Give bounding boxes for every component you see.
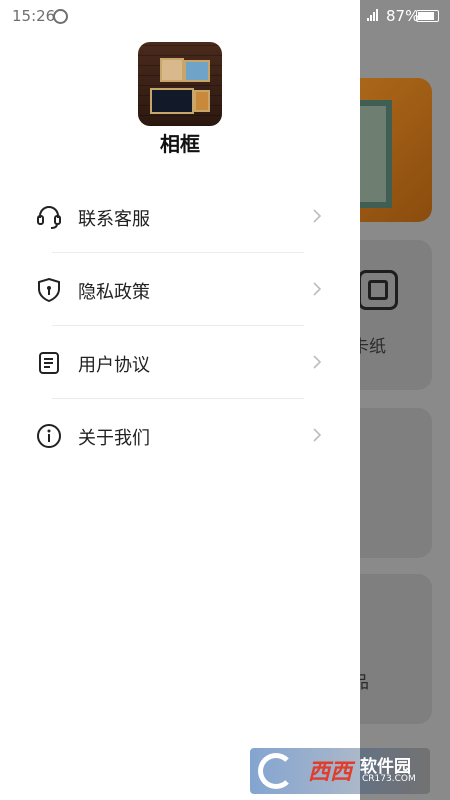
navigation-drawer: 相框 联系客服 隐私政策 用户协议 关于我们: [0, 0, 360, 800]
network-speed: 0.39 KB/S: [292, 4, 316, 24]
chevron-right-icon: [313, 355, 322, 369]
shield-icon: [38, 277, 60, 303]
menu-item-label: 隐私政策: [78, 282, 150, 303]
watermark-domain: CR173.COM: [362, 774, 416, 784]
menu-item-about-us[interactable]: 关于我们: [0, 399, 360, 472]
chevron-right-icon: [313, 428, 322, 442]
signal-icon: [367, 9, 379, 21]
network-speed-unit: KB/S: [292, 14, 316, 24]
menu-item-label: 联系客服: [78, 209, 150, 230]
battery-icon: [416, 10, 439, 22]
app-name: 相框: [160, 132, 200, 156]
logo-photo: [194, 90, 210, 112]
app-logo: [138, 42, 222, 126]
battery-percent: 87%: [386, 7, 420, 25]
chevron-right-icon: [313, 282, 322, 296]
network-speed-value: 0.39: [292, 4, 315, 14]
logo-photo: [160, 58, 184, 82]
chevron-right-icon: [313, 209, 322, 223]
menu-item-contact-service[interactable]: 联系客服: [0, 180, 360, 253]
status-bar: 15:26 0.39 KB/S ◠ 4G 87%: [0, 0, 450, 32]
info-icon: [37, 424, 61, 448]
menu-item-label: 关于我们: [78, 428, 150, 449]
menu-item-label: 用户协议: [78, 355, 150, 376]
watermark-brand: 西西: [308, 760, 353, 785]
watermark-logo: 西西 软件园 CR173.COM: [250, 748, 430, 794]
wifi-icon: ◠: [320, 9, 332, 24]
menu-item-privacy-policy[interactable]: 隐私政策: [0, 253, 360, 326]
wallpaper-icon: [358, 270, 398, 310]
signal-icon: [347, 9, 359, 21]
document-icon: [39, 352, 59, 374]
status-time: 15:26: [12, 7, 56, 25]
logo-photo: [150, 88, 194, 114]
watermark-c-icon: [258, 753, 294, 789]
alarm-icon: [53, 9, 68, 24]
headset-icon: [37, 206, 61, 229]
menu-item-user-agreement[interactable]: 用户协议: [0, 326, 360, 399]
logo-photo: [184, 60, 210, 82]
